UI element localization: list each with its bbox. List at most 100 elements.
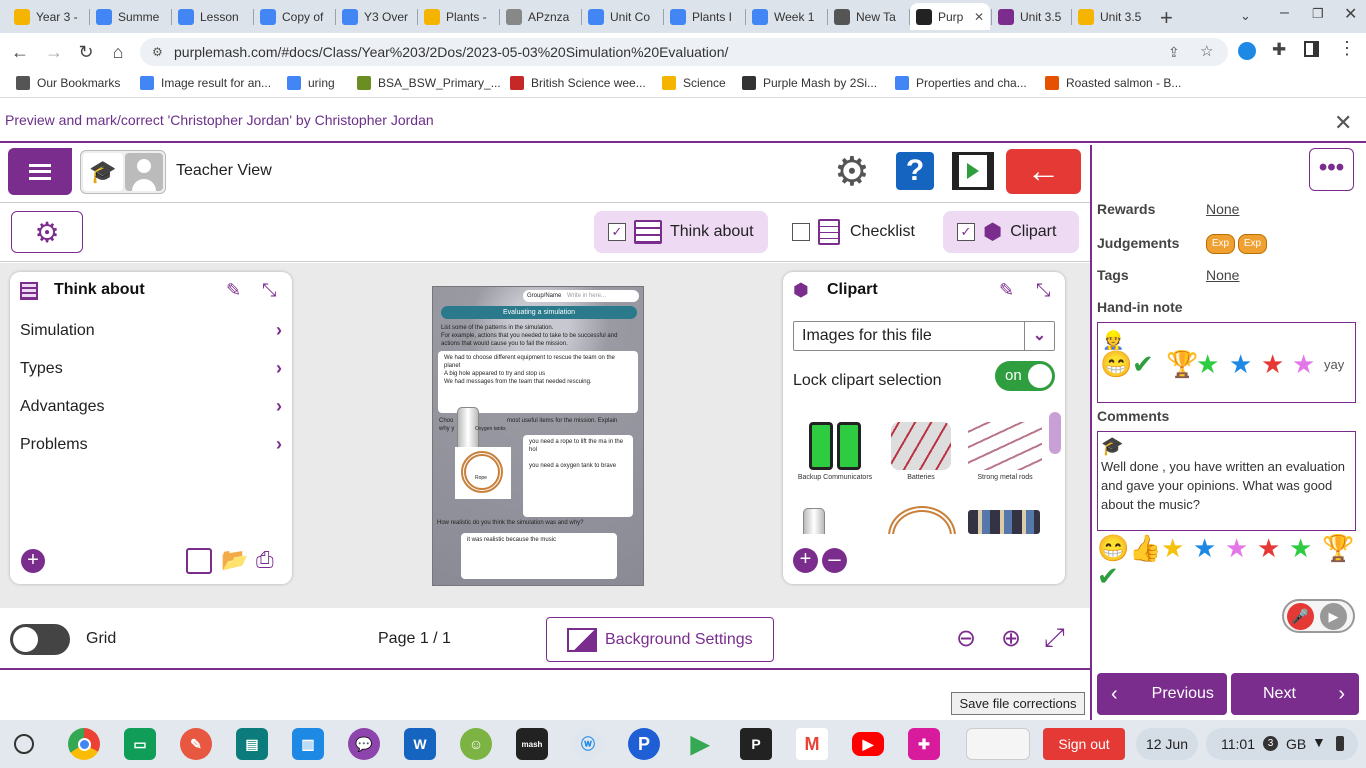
more-options-button[interactable]: ••• <box>1309 148 1354 191</box>
answer-realistic-box[interactable]: it was realistic because the music <box>461 533 617 579</box>
new-tab-button[interactable]: + <box>1160 5 1173 31</box>
think-about-item-types[interactable]: Types › <box>20 358 282 379</box>
address-bar[interactable]: ⚙ purplemash.com/#docs/Class/Year%203/2D… <box>140 38 1228 66</box>
clipart-toggle[interactable]: ✓ ⬢ Clipart <box>943 211 1079 253</box>
site-info-icon[interactable]: ⚙ <box>152 38 163 66</box>
answer-items-box[interactable]: you need a rope to lift the ma in the ho… <box>523 435 633 517</box>
clipart-rope[interactable] <box>888 506 956 534</box>
clipart-toolkit[interactable] <box>968 510 1040 534</box>
browser-tab[interactable]: Plants I <box>664 3 744 30</box>
print-icon[interactable]: ⎙ <box>256 547 274 573</box>
bookmark-star-icon[interactable]: ☆ <box>1200 38 1213 66</box>
screencast-app-icon[interactable]: ✚ <box>908 728 940 760</box>
play-audio-icon[interactable]: ▶ <box>1320 603 1347 630</box>
browser-tab[interactable]: Unit 3.5 <box>1072 3 1148 30</box>
browser-tab[interactable]: Unit 3.5 <box>992 3 1070 30</box>
bookmark-item[interactable]: Purple Mash by 2Si... <box>742 76 877 90</box>
document-settings-button[interactable]: ⚙ <box>11 211 83 253</box>
wordpress-app-icon[interactable]: ⓦ <box>572 728 604 760</box>
clipart-strong-metal-rods[interactable]: Strong metal rods <box>963 422 1047 481</box>
classroom-board-icon[interactable]: ▤ <box>236 728 268 760</box>
zoom-out-icon[interactable]: ⊖ <box>956 624 976 653</box>
open-window-thumbnail[interactable] <box>966 728 1030 760</box>
youtube-app-icon[interactable]: ▶ <box>852 732 884 756</box>
judgement-badge[interactable]: Exp <box>1238 234 1267 254</box>
bookmark-item[interactable]: uring <box>287 76 335 90</box>
close-preview-icon[interactable]: ✕ <box>1334 112 1352 134</box>
browser-menu-icon[interactable]: ⋮ <box>1338 38 1356 59</box>
chrome-app-icon[interactable] <box>68 728 100 760</box>
clipart-batteries[interactable]: Batteries <box>879 422 963 481</box>
classroom-app-icon[interactable]: ▭ <box>124 728 156 760</box>
thumbs-up-icon[interactable]: 👍 <box>1129 534 1161 562</box>
help-button[interactable]: ? <box>896 152 934 190</box>
trophy-button[interactable]: 🏆 <box>1322 534 1354 562</box>
grid-toggle[interactable] <box>10 624 70 655</box>
answer-patterns-box[interactable]: We had to choose different equipment to … <box>438 351 638 413</box>
add-clipart-button[interactable]: + <box>793 548 818 573</box>
gold-star-icon[interactable]: ★ <box>1161 534 1184 562</box>
bookmark-item[interactable]: Properties and cha... <box>895 76 1027 90</box>
side-panel-icon[interactable] <box>1304 41 1319 57</box>
bookmark-item[interactable]: British Science wee... <box>510 76 646 90</box>
pupil-view-icon[interactable] <box>125 153 163 191</box>
browser-tab[interactable]: Plants - <box>418 3 498 30</box>
browser-tab[interactable]: APznza <box>500 3 580 30</box>
think-about-toggle[interactable]: ✓ Think about <box>594 211 768 253</box>
open-folder-icon[interactable]: 📂 <box>221 547 248 573</box>
share-icon[interactable]: ⇪ <box>1168 38 1180 66</box>
p-black-app-icon[interactable]: P <box>740 728 772 760</box>
edit-pencil-icon[interactable]: ✎ <box>226 280 241 301</box>
lock-clipart-toggle[interactable]: on <box>995 361 1055 391</box>
browser-tab[interactable]: Lesson <box>172 3 252 30</box>
clipart-oxygen-tank[interactable] <box>803 508 825 534</box>
save-icon[interactable] <box>186 548 212 574</box>
browser-tab[interactable]: Year 3 - <box>8 3 88 30</box>
minimize-panel-icon[interactable]: ⤡ <box>1036 280 1050 301</box>
window-restore-button[interactable]: ❐ <box>1312 6 1324 22</box>
view-switcher[interactable]: 🎓 <box>80 150 166 194</box>
window-close-button[interactable]: ✕ <box>1344 4 1357 24</box>
bookmark-item[interactable]: Roasted salmon - B... <box>1045 76 1181 90</box>
next-button[interactable]: Next › <box>1231 673 1359 715</box>
browser-tab[interactable]: Purp ✕ <box>910 3 990 30</box>
window-minimize-button[interactable]: – <box>1280 4 1289 22</box>
green-star-button[interactable]: ★ <box>1289 534 1312 562</box>
video-tutorial-icon[interactable] <box>952 152 994 190</box>
red-star-button[interactable]: ★ <box>1257 534 1280 562</box>
rope-clipart[interactable] <box>455 447 511 499</box>
gmail-app-icon[interactable]: M <box>796 728 828 760</box>
browser-tab[interactable]: Week 1 <box>746 3 826 30</box>
docs-app-icon[interactable]: ▥ <box>292 728 324 760</box>
bookmark-item[interactable]: Image result for an... <box>140 76 271 90</box>
document-page[interactable]: Group/Name Write in here... Evaluating a… <box>432 286 644 586</box>
browser-tab[interactable]: Unit Co <box>582 3 662 30</box>
settings-gear-icon[interactable]: ⚙ <box>834 150 870 194</box>
p-app-icon[interactable]: P <box>628 728 660 760</box>
think-about-item-problems[interactable]: Problems › <box>20 434 282 455</box>
think-about-item-advantages[interactable]: Advantages › <box>20 396 282 417</box>
clipart-checkbox[interactable]: ✓ <box>957 223 975 241</box>
checkmark-button[interactable]: ✔ <box>1097 562 1119 590</box>
sign-out-button[interactable]: Sign out <box>1043 728 1125 760</box>
mash-app-icon[interactable]: mash <box>516 728 548 760</box>
chat-app-icon[interactable]: 💬 <box>348 728 380 760</box>
main-menu-button[interactable] <box>8 148 72 195</box>
bookmark-item[interactable]: BSA_BSW_Primary_... <box>357 76 501 90</box>
rewards-value-link[interactable]: None <box>1206 201 1239 217</box>
forward-arrow-icon[interactable]: → <box>42 40 66 64</box>
browser-tab[interactable]: Summe <box>90 3 170 30</box>
think-about-item-simulation[interactable]: Simulation › <box>20 320 282 341</box>
tags-value-link[interactable]: None <box>1206 267 1239 283</box>
microphone-icon[interactable]: 🎤 <box>1287 603 1314 630</box>
play-store-icon[interactable]: ▶ <box>684 728 716 760</box>
previous-button[interactable]: ‹ Previous <box>1097 673 1227 715</box>
date-label[interactable]: 12 Jun <box>1136 728 1198 760</box>
paint-app-icon[interactable]: ✎ <box>180 728 212 760</box>
blue-star-button[interactable]: ★ <box>1193 534 1216 562</box>
background-settings-button[interactable]: Background Settings <box>546 617 774 662</box>
extension-globe-icon[interactable] <box>1238 42 1256 60</box>
pink-star-button[interactable]: ★ <box>1225 534 1248 562</box>
tab-search-icon[interactable]: ⌄ <box>1240 8 1251 24</box>
grin-emoji-button[interactable]: 😁 <box>1097 534 1129 562</box>
